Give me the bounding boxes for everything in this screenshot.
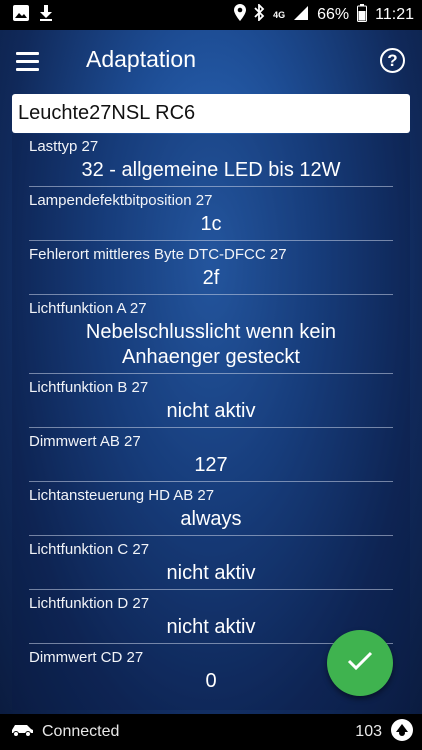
clock: 11:21: [375, 6, 414, 23]
list-item[interactable]: Lichtfunktion B 27 nicht aktiv: [12, 374, 410, 424]
confirm-button[interactable]: [327, 630, 393, 696]
bottom-status-bar: Connected 103: [0, 714, 422, 750]
list-item[interactable]: Lasttyp 27 32 - allgemeine LED bis 12W: [12, 134, 410, 183]
item-value: 127: [194, 454, 228, 476]
item-value: always: [180, 508, 242, 530]
channel-name-text: Leuchte27NSL RC6: [18, 102, 196, 124]
item-label: Dimmwert AB 27: [29, 433, 141, 450]
download-notification-icon: [38, 4, 54, 27]
connection-status: Connected: [42, 723, 120, 740]
item-label: Lichtfunktion C 27: [29, 541, 150, 558]
app-toolbar: Adaptation ?: [0, 30, 422, 92]
help-icon[interactable]: ?: [380, 48, 405, 73]
item-label: Lichtfunktion B 27: [29, 379, 149, 396]
bluetooth-icon: [254, 2, 265, 26]
car-icon: [10, 723, 34, 742]
status-bar: 4G 66% 11:21: [0, 0, 422, 30]
item-label: Lichtansteuerung HD AB 27: [29, 487, 215, 504]
item-label: Fehlerort mittleres Byte DTC-DFCC 27: [29, 246, 287, 263]
page-title: Adaptation: [86, 46, 196, 72]
location-icon: [234, 4, 247, 26]
image-notification-icon: [12, 4, 30, 27]
adaptation-list[interactable]: Lasttyp 27 32 - allgemeine LED bis 12W L…: [12, 134, 410, 710]
check-icon: [347, 651, 373, 676]
network-type-label: 4G: [273, 9, 286, 20]
app-logo-icon: [390, 718, 414, 747]
list-item[interactable]: Lampendefektbitposition 27 1c: [12, 187, 410, 237]
list-item[interactable]: Lichtfunktion C 27 nicht aktiv: [12, 536, 410, 586]
item-value: nicht aktiv: [166, 562, 256, 584]
list-item[interactable]: Lichtfunktion A 27 Nebelschlusslicht wen…: [12, 295, 410, 370]
battery-icon: [357, 3, 368, 27]
item-value: 2f: [202, 267, 220, 289]
item-value: 32 - allgemeine LED bis 12W: [81, 159, 341, 181]
item-label: Lichtfunktion D 27: [29, 595, 150, 612]
count-value: 103: [355, 723, 382, 740]
battery-percent: 66%: [317, 6, 350, 23]
item-value: nicht aktiv: [166, 616, 256, 638]
item-value: 1c: [200, 213, 222, 235]
item-label: Lampendefektbitposition 27: [29, 192, 213, 209]
item-value: nicht aktiv: [166, 400, 256, 422]
list-item[interactable]: Lichtansteuerung HD AB 27 always: [12, 482, 410, 532]
item-value: Nebelschlusslicht wenn kein: [85, 321, 337, 343]
channel-name-field[interactable]: Leuchte27NSL RC6: [12, 94, 410, 133]
menu-icon[interactable]: [16, 46, 50, 76]
item-label: Lasttyp 27: [29, 138, 99, 155]
signal-icon: [293, 5, 309, 26]
item-label: Lichtfunktion A 27: [29, 300, 147, 317]
list-item[interactable]: Fehlerort mittleres Byte DTC-DFCC 27 2f: [12, 241, 410, 291]
list-item[interactable]: Dimmwert AB 27 127: [12, 428, 410, 478]
item-value-line2: Anhaenger gesteckt: [122, 346, 300, 368]
